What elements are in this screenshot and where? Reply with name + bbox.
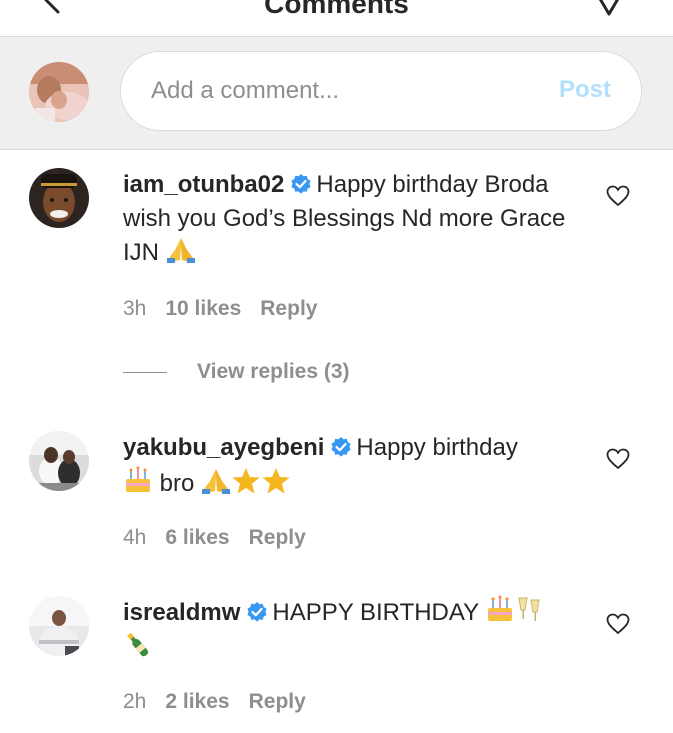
comment-likes[interactable]: 2 likes xyxy=(165,690,229,713)
view-replies-label: View replies (3) xyxy=(197,360,350,383)
comment-username[interactable]: yakubu_ayegbeni xyxy=(123,434,324,461)
star-emoji xyxy=(232,468,260,494)
birthday-cake-emoji xyxy=(126,466,150,492)
comment-meta: 4h 6 likes Reply xyxy=(123,526,325,550)
heart-outline-icon[interactable] xyxy=(606,185,630,207)
star-emoji xyxy=(262,468,290,494)
folded-hands-emoji xyxy=(202,469,231,494)
verified-badge-icon xyxy=(291,174,311,194)
comment-composer: Post xyxy=(0,37,673,150)
comment-time: 3h xyxy=(123,297,147,320)
heart-outline-icon[interactable] xyxy=(606,613,630,635)
comment-body: yakubu_ayegbeni Happy birthday bro xyxy=(123,431,573,501)
reply-button[interactable]: Reply xyxy=(260,297,317,320)
comment-input[interactable] xyxy=(151,52,531,130)
comment-message: HAPPY BIRTHDAY xyxy=(272,599,479,626)
top-bar: Comments xyxy=(0,0,673,37)
comment-time: 2h xyxy=(123,690,147,713)
avatar[interactable] xyxy=(29,596,89,656)
comments-screen: Comments Post xyxy=(0,0,673,733)
reply-button[interactable]: Reply xyxy=(249,690,306,713)
comment-body: iam_otunba02 Happy birthday Broda wish yo… xyxy=(123,168,573,270)
page-title: Comments xyxy=(264,0,409,19)
comment-meta: 3h 10 likes Reply xyxy=(123,297,336,321)
current-user-avatar xyxy=(29,62,89,122)
replies-divider xyxy=(123,371,167,373)
verified-badge-icon xyxy=(247,602,267,622)
comment-likes[interactable]: 10 likes xyxy=(165,297,241,320)
comment-message-end: bro xyxy=(159,470,195,497)
comment-input-wrapper: Post xyxy=(120,51,642,131)
comment-time: 4h xyxy=(123,526,147,549)
send-icon[interactable] xyxy=(592,0,626,16)
comment-message-start: Happy birthday xyxy=(356,434,518,461)
view-replies-button[interactable]: View replies (3) xyxy=(123,360,350,384)
comment-body: isrealdmw HAPPY BIRTHDAY xyxy=(123,594,573,666)
comment-item: iam_otunba02 Happy birthday Broda wish yo… xyxy=(0,150,673,390)
champagne-bottle-emoji xyxy=(127,632,149,657)
comment-likes[interactable]: 6 likes xyxy=(165,526,229,549)
avatar[interactable] xyxy=(29,168,89,228)
avatar[interactable] xyxy=(29,431,89,491)
comment-username[interactable]: isrealdmw xyxy=(123,599,240,626)
post-button[interactable]: Post xyxy=(559,76,611,104)
heart-outline-icon[interactable] xyxy=(606,448,630,470)
comment-username[interactable]: iam_otunba02 xyxy=(123,171,284,198)
birthday-cake-emoji xyxy=(488,595,513,621)
folded-hands-emoji xyxy=(166,238,195,263)
comment-meta: 2h 2 likes Reply xyxy=(123,690,325,714)
comment-item: isrealdmw HAPPY BIRTHDAY 2h 2 likes Reply xyxy=(0,578,673,733)
clinking-glasses-emoji xyxy=(518,597,540,621)
comment-item: yakubu_ayegbeni Happy birthday bro 4h 6 li… xyxy=(0,413,673,563)
reply-button[interactable]: Reply xyxy=(249,526,306,549)
verified-badge-icon xyxy=(331,437,352,457)
